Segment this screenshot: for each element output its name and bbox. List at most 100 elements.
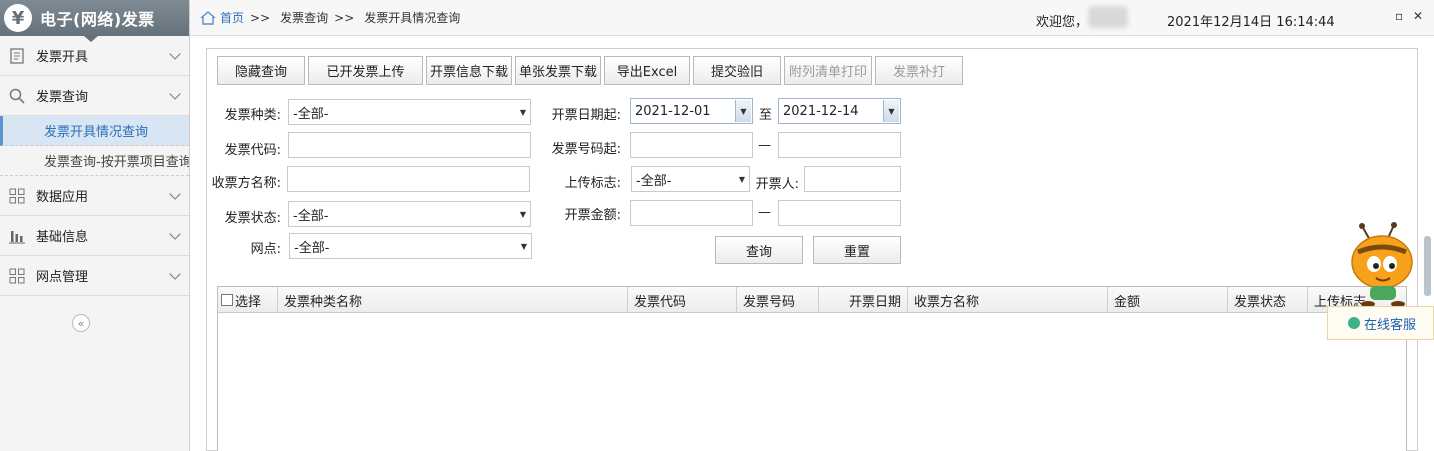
print-attached-list-button[interactable]: 附列清单打印 — [784, 56, 872, 85]
column-amount[interactable]: 金额 — [1108, 287, 1228, 313]
upload-flag-select[interactable]: -全部- ▼ — [631, 166, 750, 192]
amount-min-text[interactable] — [635, 201, 752, 225]
column-payer-name[interactable]: 收票方名称 — [908, 287, 1108, 313]
menu-label: 网点管理 — [36, 270, 89, 285]
column-invoice-type-name[interactable]: 发票种类名称 — [278, 287, 628, 313]
invoice-status-value: -全部- — [293, 208, 329, 224]
invoice-type-label: 发票种类: — [224, 108, 281, 123]
invoice-results-table: 选择 发票种类名称 发票代码 发票号码 开票日期 收票方名称 金额 发票状态 上… — [217, 286, 1407, 451]
app-title: 电子(网络)发票 — [40, 10, 155, 29]
hide-query-button[interactable]: 隐藏查询 — [217, 56, 305, 85]
menu-item-basic-info[interactable]: 基础信息 — [0, 216, 189, 256]
select-all-checkbox[interactable] — [221, 294, 233, 306]
calendar-dropdown-icon[interactable]: ▼ — [735, 100, 751, 122]
sidebar: ¥ 电子(网络)发票 发票开具 发票查询 发票开具情况查询 发票查询-按开票项目… — [0, 0, 190, 451]
outlet-value: -全部- — [294, 240, 330, 256]
bee-mascot-icon — [1351, 222, 1413, 307]
column-select: 选择 — [218, 287, 278, 313]
breadcrumb-separator: >> — [334, 10, 355, 25]
top-bar: 首页 >> 发票查询 >> 发票开具情况查询 欢迎您， 2021年12月14日 … — [190, 0, 1434, 36]
search-icon — [8, 87, 26, 105]
column-invoice-number[interactable]: 发票号码 — [737, 287, 819, 313]
query-button[interactable]: 查询 — [715, 236, 803, 264]
date-start-label: 开票日期起: — [551, 108, 621, 123]
breadcrumb-invoice-query[interactable]: 发票查询 — [280, 9, 328, 26]
range-dash: — — [758, 205, 771, 220]
export-excel-button[interactable]: 导出Excel — [604, 56, 690, 85]
calendar-dropdown-icon[interactable]: ▼ — [883, 100, 899, 122]
bar-chart-icon — [8, 227, 26, 245]
invoice-code-input[interactable] — [288, 132, 531, 158]
menu-item-invoice-issue[interactable]: 发票开具 — [0, 36, 189, 76]
yuan-logo-icon: ¥ — [4, 4, 32, 32]
reprint-invoice-button[interactable]: 发票补打 — [875, 56, 963, 85]
online-customer-service-button[interactable]: 在线客服 — [1327, 306, 1434, 340]
logo-bar: ¥ 电子(网络)发票 — [0, 0, 189, 42]
grid-icon — [8, 187, 26, 205]
invoice-type-select[interactable]: -全部- ▼ — [288, 99, 531, 125]
chat-bubble-icon — [1348, 317, 1360, 329]
upload-flag-label: 上传标志: — [564, 176, 621, 191]
date-end-picker[interactable]: 2021-12-14 ▼ — [778, 98, 901, 124]
column-invoice-code[interactable]: 发票代码 — [628, 287, 737, 313]
invoice-number-start-input[interactable] — [630, 132, 753, 158]
payer-name-text[interactable] — [292, 167, 529, 191]
invoice-number-end-input[interactable] — [778, 132, 901, 158]
issuer-text[interactable] — [809, 167, 900, 191]
scrollbar-thumb[interactable] — [1424, 236, 1431, 296]
menu-label: 基础信息 — [36, 230, 89, 245]
upload-flag-value: -全部- — [636, 173, 672, 189]
username-redacted — [1088, 6, 1128, 28]
menu-label: 发票查询 — [36, 90, 89, 105]
menu-item-data-apps[interactable]: 数据应用 — [0, 176, 189, 216]
breadcrumb-home-link[interactable]: 首页 — [220, 9, 244, 26]
date-end-value: 2021-12-14 — [783, 103, 859, 119]
menu-item-outlet-management[interactable]: 网点管理 — [0, 256, 189, 296]
date-start-picker[interactable]: 2021-12-01 ▼ — [630, 98, 753, 124]
reset-button[interactable]: 重置 — [813, 236, 901, 264]
column-invoice-status[interactable]: 发票状态 — [1228, 287, 1308, 313]
download-invoice-info-button[interactable]: 开票信息下载 — [426, 56, 512, 85]
close-icon[interactable]: ✕ — [1413, 9, 1423, 23]
amount-min-input[interactable] — [630, 200, 753, 226]
date-start-value: 2021-12-01 — [635, 103, 711, 119]
dropdown-arrow-icon: ▼ — [519, 209, 527, 219]
download-single-invoice-button[interactable]: 单张发票下载 — [515, 56, 601, 85]
customer-service-label: 在线客服 — [1364, 317, 1417, 333]
invoice-code-label: 发票代码: — [224, 143, 281, 158]
issuer-input[interactable] — [804, 166, 901, 192]
invoice-status-select[interactable]: -全部- ▼ — [288, 201, 531, 227]
invoice-number-start-text[interactable] — [635, 133, 752, 157]
invoice-amount-label: 开票金额: — [564, 208, 621, 223]
dropdown-arrow-icon: ▼ — [738, 174, 746, 184]
chevron-down-icon — [169, 228, 181, 240]
dropdown-arrow-icon: ▼ — [519, 107, 527, 117]
upload-issued-invoices-button[interactable]: 已开发票上传 — [308, 56, 423, 85]
submenu-item-invoice-issue-status[interactable]: 发票开具情况查询 — [0, 116, 189, 146]
submenu-item-query-by-item[interactable]: 发票查询-按开票项目查询 — [0, 146, 189, 176]
invoice-type-value: -全部- — [293, 106, 329, 122]
table-header: 选择 发票种类名称 发票代码 发票号码 开票日期 收票方名称 金额 发票状态 上… — [218, 287, 1406, 313]
invoice-number-end-text[interactable] — [783, 133, 900, 157]
collapse-sidebar-button[interactable]: « — [72, 314, 90, 332]
submit-verification-button[interactable]: 提交验旧 — [693, 56, 781, 85]
main-panel: 隐藏查询 已开发票上传 开票信息下载 单张发票下载 导出Excel 提交验旧 附… — [206, 48, 1418, 451]
date-to-label: 至 — [759, 108, 773, 123]
payer-name-input[interactable] — [287, 166, 530, 192]
issuer-label: 开票人: — [755, 177, 799, 192]
payer-name-label: 收票方名称: — [211, 176, 281, 191]
chevron-down-icon — [169, 88, 181, 100]
toolbar: 隐藏查询 已开发票上传 开票信息下载 单张发票下载 导出Excel 提交验旧 附… — [217, 56, 966, 85]
welcome-text: 欢迎您， — [1036, 15, 1089, 30]
amount-max-text[interactable] — [783, 201, 900, 225]
invoice-number-start-label: 发票号码起: — [551, 142, 621, 157]
chevron-down-icon — [169, 188, 181, 200]
outlet-label: 网点: — [250, 242, 281, 257]
chevron-down-icon — [169, 48, 181, 60]
invoice-code-text[interactable] — [293, 133, 530, 157]
restore-window-icon[interactable]: ▫ — [1395, 9, 1403, 23]
menu-item-invoice-query[interactable]: 发票查询 — [0, 76, 189, 116]
amount-max-input[interactable] — [778, 200, 901, 226]
column-issue-date[interactable]: 开票日期 — [819, 287, 908, 313]
outlet-select[interactable]: -全部- ▼ — [289, 233, 532, 259]
